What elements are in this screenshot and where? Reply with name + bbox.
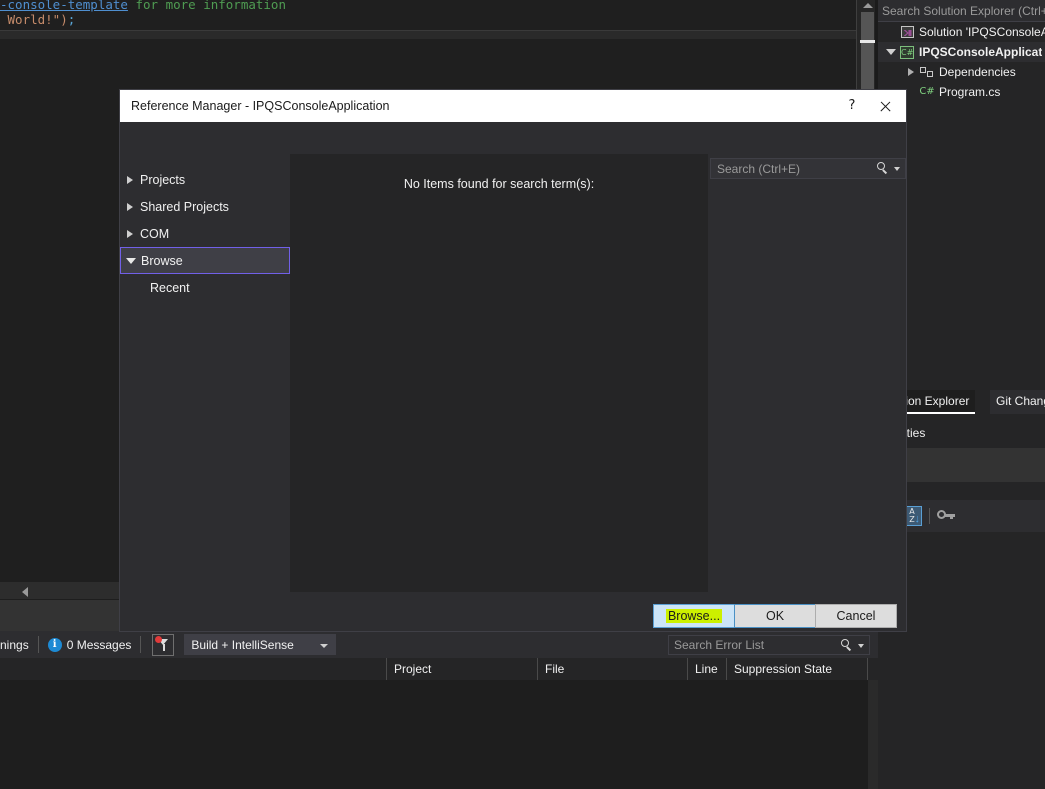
category-label: Shared Projects <box>140 199 229 214</box>
editor-band <box>0 31 856 39</box>
category-label: Projects <box>140 172 186 187</box>
search-icon <box>841 639 853 651</box>
category-label: COM <box>140 226 170 241</box>
tree-item-label: Program.cs <box>939 85 1001 99</box>
warnings-filter-button[interactable]: nings <box>0 638 29 652</box>
dialog-body: Projects Shared Projects COM Browse Rece… <box>120 122 906 624</box>
error-list-rows[interactable] <box>0 680 878 789</box>
error-list-gutter <box>868 680 878 789</box>
browse-button[interactable]: Browse... <box>653 604 735 628</box>
filter-icon[interactable] <box>152 633 175 656</box>
tree-item-project[interactable]: C# IPQSConsoleApplicat <box>878 42 1045 62</box>
dialog-category-list[interactable]: Projects Shared Projects COM Browse Rece… <box>120 154 290 624</box>
column-header-suppression-state[interactable]: Suppression State <box>726 658 868 680</box>
category-com[interactable]: COM <box>120 220 290 247</box>
csharp-file-icon: C# <box>919 86 935 97</box>
category-browse[interactable]: Browse <box>120 247 290 274</box>
code-line-2: World!"); <box>0 12 76 27</box>
twisty-collapsed-icon[interactable] <box>120 229 140 238</box>
code-punctuation: ; <box>67 12 76 27</box>
code-comment: for more information <box>127 0 286 12</box>
dialog-title: Reference Manager - IPQSConsoleApplicati… <box>131 99 390 113</box>
tab-solution-explorer[interactable]: tion Explorer <box>896 390 976 414</box>
dependencies-icon <box>918 66 936 78</box>
dialog-footer: Browse... OK Cancel <box>120 592 906 631</box>
category-shared-projects[interactable]: Shared Projects <box>120 193 290 220</box>
scrollbar-position-marker <box>860 40 876 43</box>
toolbar-divider <box>929 508 930 524</box>
search-icon <box>877 162 889 174</box>
error-list-column-headers: Project File Line Suppression State <box>0 658 878 681</box>
search-options-chevron-icon[interactable] <box>858 644 864 648</box>
wrench-icon[interactable] <box>937 508 955 524</box>
search-placeholder: Search (Ctrl+E) <box>717 161 801 176</box>
error-list-toolbar: nings i 0 Messages Build + IntelliSense … <box>0 631 878 658</box>
cancel-button[interactable]: Cancel <box>815 604 897 628</box>
build-scope-dropdown[interactable]: Build + IntelliSense <box>184 634 337 655</box>
build-scope-value: Build + IntelliSense <box>191 637 294 652</box>
search-options-chevron-icon[interactable] <box>894 167 900 171</box>
category-label: Recent <box>150 280 190 295</box>
twisty-collapsed-icon[interactable] <box>120 175 140 184</box>
close-icon[interactable] <box>864 90 906 122</box>
toolbar-divider <box>37 636 39 653</box>
category-label: Browse <box>141 253 183 268</box>
tree-item-label: IPQSConsoleApplicat <box>919 45 1043 59</box>
error-list-search-input[interactable]: Search Error List <box>668 635 870 655</box>
code-string: World!") <box>7 12 68 27</box>
scroll-up-arrow-icon[interactable] <box>863 3 873 8</box>
category-recent[interactable]: Recent <box>120 274 290 301</box>
ok-button[interactable]: OK <box>734 604 816 628</box>
error-list-panel: nings i 0 Messages Build + IntelliSense … <box>0 631 878 789</box>
twisty-collapsed-icon[interactable] <box>120 202 140 211</box>
code-line-1: -console-template for more information <box>0 0 286 12</box>
properties-toolbar: A Z ↓ <box>896 500 1045 532</box>
reference-manager-dialog: Reference Manager - IPQSConsoleApplicati… <box>120 90 906 631</box>
solution-icon <box>898 26 916 38</box>
dialog-results-pane[interactable]: No Items found for search term(s): <box>290 154 708 624</box>
tree-item-solution[interactable]: Solution 'IPQSConsoleAp <box>878 22 1045 42</box>
dialog-search-input[interactable]: Search (Ctrl+E) <box>710 158 906 179</box>
tree-twisty-collapsed[interactable] <box>904 68 918 76</box>
toolbar-divider <box>140 636 142 653</box>
editor-horizontal-scrollbar[interactable] <box>0 582 120 599</box>
solution-explorer-search-input[interactable]: Search Solution Explorer (Ctrl+ <box>878 0 1045 22</box>
column-header-project[interactable]: Project <box>386 658 547 680</box>
twisty-expanded-icon[interactable] <box>121 257 141 264</box>
code-link[interactable]: -console-template <box>0 0 128 12</box>
dialog-titlebar[interactable]: Reference Manager - IPQSConsoleApplicati… <box>120 90 906 122</box>
tree-item-label: Solution 'IPQSConsoleAp <box>919 25 1045 39</box>
column-header-spacer <box>867 658 878 680</box>
column-header-file[interactable]: File <box>537 658 692 680</box>
info-icon: i <box>47 637 62 652</box>
tree-item-dependencies[interactable]: Dependencies <box>878 62 1045 82</box>
editor-bottom-strip <box>0 600 120 631</box>
dialog-details-pane <box>708 154 906 624</box>
scrollbar-thumb[interactable] <box>861 12 874 90</box>
messages-filter-button[interactable]: 0 Messages <box>67 638 132 652</box>
search-placeholder: Search Error List <box>674 638 765 652</box>
chevron-down-icon <box>320 644 329 648</box>
tree-twisty-expanded[interactable] <box>884 49 898 55</box>
tree-item-label: Dependencies <box>939 65 1016 79</box>
column-header-line[interactable]: Line <box>687 658 727 680</box>
empty-results-message: No Items found for search term(s): <box>403 177 595 191</box>
properties-object-row <box>896 448 1045 482</box>
scroll-left-arrow-icon[interactable] <box>22 587 28 597</box>
browse-button-label: Browse... <box>665 609 723 623</box>
category-projects[interactable]: Projects <box>120 166 290 193</box>
csharp-project-icon: C# <box>900 45 914 59</box>
tab-git-changes[interactable]: Git Change <box>990 390 1045 414</box>
